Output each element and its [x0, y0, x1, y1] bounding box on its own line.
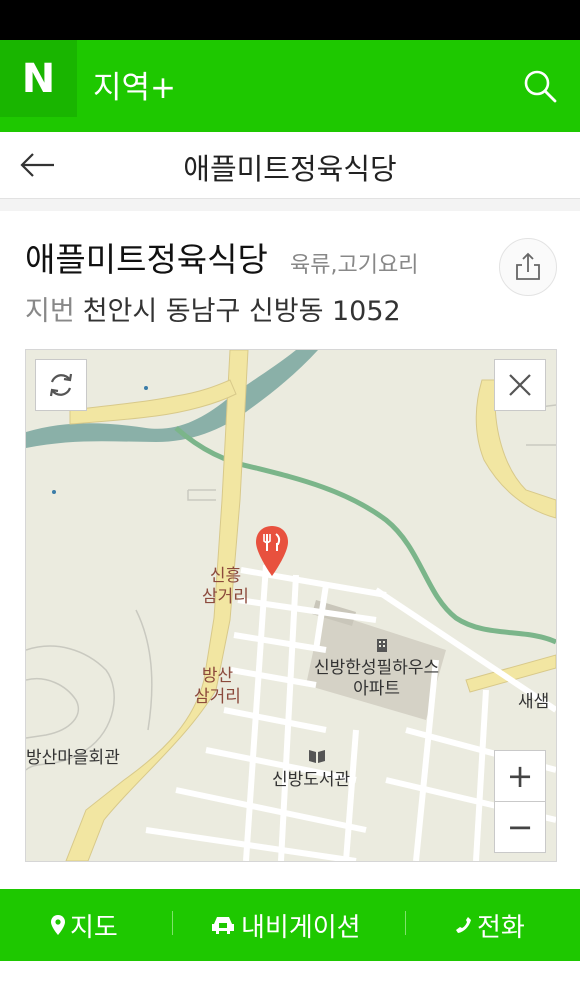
service-title[interactable]: 지역+ [93, 62, 176, 107]
divider [405, 911, 406, 935]
book-icon [309, 750, 325, 763]
top-app-bar: N 지역+ [0, 40, 580, 132]
map-view[interactable]: 신흥 삼거리 방산 삼거리 방산마을회관 신방한성필하우스 아파트 신방도서관 새샘 [25, 349, 557, 862]
naver-logo[interactable]: N [0, 40, 77, 117]
map-label-sinheung: 신흥 삼거리 [202, 566, 249, 608]
close-icon [509, 374, 531, 396]
map-label-line: 삼거리 [194, 687, 241, 707]
map-label-bangsan: 방산 삼거리 [194, 666, 241, 708]
phone-icon [456, 917, 471, 933]
map-close-button[interactable] [494, 359, 546, 411]
map-action-label: 지도 [70, 912, 118, 943]
fork-knife-pin-icon [256, 526, 288, 576]
building-icon [377, 639, 387, 652]
navigation-action-button[interactable]: 내비게이션 [210, 889, 361, 961]
map-label-line: 삼거리 [202, 587, 249, 607]
search-icon [524, 70, 557, 103]
apartment-icon [374, 637, 390, 659]
map-label-saesaem: 새샘 [518, 692, 550, 712]
navigation-action-label: 내비게이션 [241, 912, 361, 943]
map-label-bangsan-hall: 방산마을회관 [26, 748, 120, 768]
library-icon [308, 748, 326, 770]
bottom-action-bar: 지도 내비게이션 전화 [0, 889, 580, 961]
sub-header: 애플미트정육식당 [0, 132, 580, 199]
address-value: 천안시 동남구 신방동 1052 [82, 296, 401, 327]
place-card: 애플미트정육식당 육류,고기요리 지번 천안시 동남구 신방동 1052 신흥 … [0, 211, 580, 891]
map-action-button[interactable]: 지도 [50, 889, 118, 961]
map-label-library: 신방도서관 [272, 770, 351, 790]
restaurant-pin[interactable] [254, 524, 290, 578]
address-label: 지번 [25, 296, 75, 327]
share-button[interactable] [499, 238, 557, 296]
map-label-line: 방산 [201, 666, 234, 686]
zoom-in-button[interactable]: + [494, 750, 546, 802]
status-bar [0, 0, 580, 40]
location-pin-icon [51, 915, 65, 935]
map-label-line: 아파트 [353, 679, 401, 699]
page-title: 애플미트정육식당 [183, 152, 397, 186]
call-action-button[interactable]: 전화 [455, 889, 525, 961]
call-action-label: 전화 [477, 912, 525, 943]
search-button[interactable] [520, 66, 560, 106]
zoom-out-button[interactable]: − [494, 801, 546, 853]
place-address: 지번 천안시 동남구 신방동 1052 [25, 289, 401, 328]
map-label-line: 신흥 [209, 566, 242, 586]
place-category: 육류,고기요리 [290, 253, 419, 278]
back-button[interactable] [18, 146, 58, 184]
back-arrow-icon [20, 153, 54, 177]
map-label-apartment: 신방한성필하우스 아파트 [314, 658, 439, 700]
system-nav-bar [0, 961, 580, 991]
refresh-icon [49, 373, 73, 397]
place-name: 애플미트정육식당 [25, 240, 268, 279]
car-icon [212, 917, 234, 934]
map-refresh-button[interactable] [35, 359, 87, 411]
map-label-line: 신방한성필하우스 [314, 658, 440, 678]
divider [172, 911, 173, 935]
share-icon [516, 252, 540, 280]
